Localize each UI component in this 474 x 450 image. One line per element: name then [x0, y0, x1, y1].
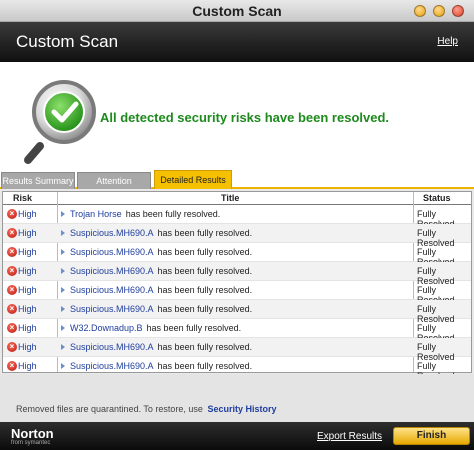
risk-level: High	[18, 342, 37, 352]
triangle-right-icon[interactable]	[61, 211, 65, 217]
zoom-button[interactable]	[433, 5, 445, 17]
threat-name-link[interactable]: Suspicious.MH690.A has been fully resolve…	[70, 285, 252, 295]
error-x-icon: ×	[7, 361, 17, 371]
error-x-icon: ×	[7, 323, 17, 333]
table-row[interactable]: × High Suspicious.MH690.A has been fully …	[3, 243, 471, 267]
table-row[interactable]: × High Suspicious.MH690.A has been fully …	[3, 262, 471, 286]
triangle-right-icon[interactable]	[61, 230, 65, 236]
threat-name-link[interactable]: Trojan Horse has been fully resolved.	[70, 209, 220, 219]
triangle-right-icon[interactable]	[61, 325, 65, 331]
table-row[interactable]: × High Suspicious.MH690.A has been fully …	[3, 300, 471, 324]
risk-level: High	[18, 304, 37, 314]
risk-level: High	[18, 228, 37, 238]
triangle-right-icon[interactable]	[61, 268, 65, 274]
risk-level: High	[18, 361, 37, 371]
info-strip: Removed files are quarantined. To restor…	[0, 374, 474, 422]
threat-name-link[interactable]: Suspicious.MH690.A has been fully resolve…	[70, 266, 252, 276]
risk-level: High	[18, 266, 37, 276]
threat-name-link[interactable]: Suspicious.MH690.A has been fully resolve…	[70, 247, 252, 257]
column-header-title[interactable]: Title	[221, 193, 239, 203]
scan-result-headline: All detected security risks have been re…	[100, 110, 390, 125]
triangle-right-icon[interactable]	[61, 249, 65, 255]
table-body: × High Trojan Horse has been fully resolv…	[3, 205, 471, 381]
error-x-icon: ×	[7, 209, 17, 219]
table-row[interactable]: × High Suspicious.MH690.A has been fully …	[3, 281, 471, 305]
help-link[interactable]: Help	[437, 36, 458, 47]
error-x-icon: ×	[7, 266, 17, 276]
security-history-link[interactable]: Security History	[207, 404, 276, 414]
tab-detailed-results[interactable]: Detailed Results	[154, 170, 232, 189]
error-x-icon: ×	[7, 342, 17, 352]
error-x-icon: ×	[7, 285, 17, 295]
result-banner: All detected security risks have been re…	[0, 62, 474, 170]
threat-name-link[interactable]: Suspicious.MH690.A has been fully resolve…	[70, 304, 252, 314]
tab-bar: Results Summary Attention Required Detai…	[0, 170, 474, 202]
table-row[interactable]: × High Suspicious.MH690.A has been fully …	[3, 224, 471, 248]
table-row[interactable]: × High W32.Downadup.B has been fully reso…	[3, 319, 471, 343]
bottom-bar: Norton from symantec Export Results Fini…	[0, 422, 474, 450]
column-header-risk[interactable]: Risk	[13, 193, 32, 203]
magnifier-check-icon	[24, 80, 96, 164]
risk-level: High	[18, 209, 37, 219]
risk-level: High	[18, 285, 37, 295]
tab-results-summary[interactable]: Results Summary	[1, 172, 75, 189]
triangle-right-icon[interactable]	[61, 287, 65, 293]
risk-level: High	[18, 247, 37, 257]
export-results-link[interactable]: Export Results	[317, 431, 382, 442]
minimize-button[interactable]	[414, 5, 426, 17]
table-row[interactable]: × High Trojan Horse has been fully resolv…	[3, 205, 471, 229]
app-header: Custom Scan Help	[0, 22, 474, 62]
threat-name-link[interactable]: Suspicious.MH690.A has been fully resolve…	[70, 228, 252, 238]
threat-name-link[interactable]: Suspicious.MH690.A has been fully resolve…	[70, 361, 252, 371]
triangle-right-icon[interactable]	[61, 306, 65, 312]
symantec-tagline: from symantec	[11, 440, 51, 446]
error-x-icon: ×	[7, 228, 17, 238]
triangle-right-icon[interactable]	[61, 344, 65, 350]
quarantine-note: Removed files are quarantined. To restor…	[16, 404, 277, 414]
error-x-icon: ×	[7, 247, 17, 257]
table-header: Risk Title Status	[3, 192, 471, 205]
close-button[interactable]	[452, 5, 464, 17]
column-header-status[interactable]: Status	[423, 193, 451, 203]
error-x-icon: ×	[7, 304, 17, 314]
window-titlebar: Custom Scan	[0, 0, 474, 22]
tab-attention-required[interactable]: Attention Required	[77, 172, 151, 202]
finish-button[interactable]: Finish	[393, 427, 470, 445]
threat-name-link[interactable]: W32.Downadup.B has been fully resolved.	[70, 323, 241, 333]
threat-name-link[interactable]: Suspicious.MH690.A has been fully resolve…	[70, 342, 252, 352]
norton-logo: Norton	[11, 426, 54, 441]
window-title: Custom Scan	[192, 3, 282, 19]
page-title: Custom Scan	[16, 32, 119, 51]
results-table: Risk Title Status × High Trojan Horse has…	[2, 191, 472, 381]
risk-level: High	[18, 323, 37, 333]
table-row[interactable]: × High Suspicious.MH690.A has been fully …	[3, 338, 471, 362]
triangle-right-icon[interactable]	[61, 363, 65, 369]
